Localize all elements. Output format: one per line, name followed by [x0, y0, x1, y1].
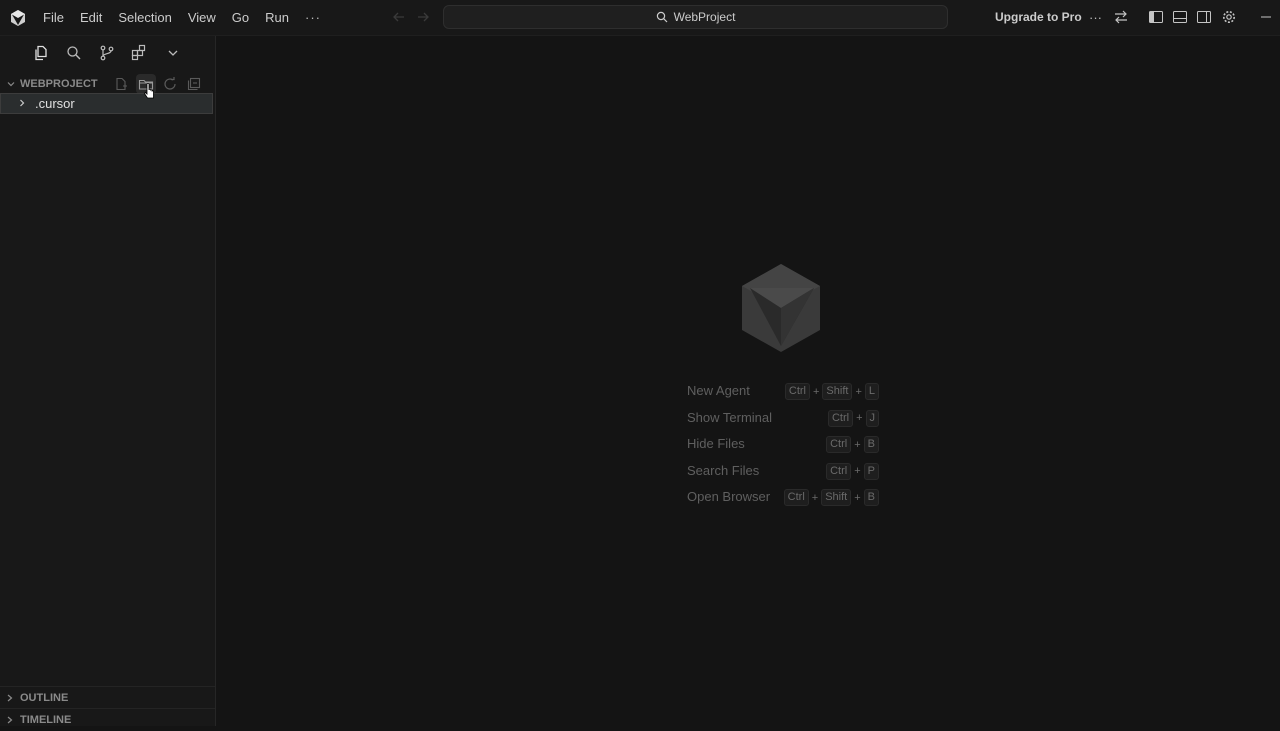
menu-bar: File Edit Selection View Go Run ···	[35, 0, 329, 35]
key-cap: Ctrl	[826, 436, 852, 453]
menu-edit[interactable]: Edit	[72, 0, 110, 35]
chevron-down-icon[interactable]	[164, 44, 182, 62]
tree-item-folder[interactable]: .cursor	[0, 93, 213, 114]
source-control-icon[interactable]	[98, 44, 116, 62]
key-cap: P	[863, 462, 879, 480]
sync-arrows-icon[interactable]	[1113, 9, 1129, 25]
search-text: WebProject	[673, 10, 736, 24]
key-cap: Shift	[822, 383, 853, 400]
shortcut-keys: Ctrl + P	[826, 462, 879, 480]
chevron-right-icon	[20, 99, 25, 107]
extensions-icon[interactable]	[130, 44, 148, 62]
toggle-primary-sidebar-icon[interactable]	[1148, 9, 1164, 25]
key-cap: B	[863, 489, 879, 506]
primary-sidebar: WEBPROJECT .cursor OUTLINE TIMELINE	[0, 36, 216, 726]
chevron-right-icon	[7, 716, 13, 724]
tree-item-label: .cursor	[35, 96, 75, 111]
command-center-search[interactable]: WebProject	[443, 5, 948, 29]
shortcut-keys: Ctrl + Shift + B	[783, 489, 879, 506]
key-plus: +	[854, 438, 861, 451]
shortcut-open-browser[interactable]: Open Browser Ctrl + Shift + B	[687, 486, 879, 513]
key-plus: +	[856, 412, 863, 424]
shortcut-label: Open Browser	[687, 489, 771, 504]
title-bar: File Edit Selection View Go Run ··· WebP…	[0, 0, 1280, 36]
shortcut-label: Hide Files	[687, 436, 745, 451]
shortcut-show-terminal[interactable]: Show Terminal Ctrl + J	[687, 407, 879, 434]
outline-section[interactable]: OUTLINE	[0, 686, 215, 709]
search-icon	[656, 11, 668, 23]
key-cap: Ctrl	[784, 383, 810, 400]
key-cap: J	[865, 409, 879, 427]
chevron-down-icon	[7, 82, 15, 87]
shortcut-keys: Ctrl + J	[827, 409, 879, 427]
search-icon[interactable]	[65, 44, 83, 62]
more-actions-button[interactable]: ···	[1089, 0, 1105, 35]
toggle-secondary-sidebar-icon[interactable]	[1196, 9, 1212, 25]
menu-run[interactable]: Run	[257, 0, 297, 35]
workspace-title: WEBPROJECT	[20, 78, 98, 90]
key-plus: +	[812, 385, 820, 398]
key-cap: Ctrl	[827, 409, 854, 427]
menu-selection[interactable]: Selection	[110, 0, 179, 35]
key-plus: +	[854, 465, 861, 477]
back-arrow-icon[interactable]	[392, 10, 406, 24]
mouse-pointer-icon	[143, 83, 154, 99]
collapse-all-icon[interactable]	[186, 76, 202, 92]
toggle-panel-icon[interactable]	[1172, 9, 1188, 25]
explorer-files-icon[interactable]	[32, 44, 50, 62]
upgrade-button[interactable]: Upgrade to Pro	[995, 0, 1082, 35]
key-plus: +	[811, 491, 819, 504]
explorer-header[interactable]: WEBPROJECT	[0, 73, 215, 95]
shortcut-label: New Agent	[687, 383, 750, 398]
shortcut-keys: Ctrl + B	[826, 436, 879, 453]
menu-view[interactable]: View	[180, 0, 224, 35]
menu-file[interactable]: File	[35, 0, 72, 35]
timeline-title: TIMELINE	[20, 714, 72, 726]
shortcut-label: Search Files	[687, 462, 760, 478]
key-cap: L	[864, 383, 879, 400]
timeline-section[interactable]: TIMELINE	[0, 708, 215, 731]
new-file-icon[interactable]	[113, 76, 129, 92]
cursor-logo-icon	[11, 10, 25, 26]
chevron-right-icon	[7, 694, 13, 702]
key-plus: +	[855, 385, 862, 398]
key-cap: B	[863, 436, 879, 453]
shortcut-new-agent[interactable]: New Agent Ctrl + Shift + L	[687, 380, 879, 407]
shortcut-hide-files[interactable]: Hide Files Ctrl + B	[687, 433, 879, 460]
key-plus: +	[854, 491, 861, 504]
forward-arrow-icon[interactable]	[416, 10, 430, 24]
menu-go[interactable]: Go	[224, 0, 257, 35]
outline-title: OUTLINE	[20, 692, 69, 704]
shortcut-search-files[interactable]: Search Files Ctrl + P	[687, 460, 879, 487]
activity-bar	[0, 36, 215, 70]
navigation-arrows	[392, 10, 430, 24]
key-cap: Shift	[821, 489, 852, 506]
settings-gear-icon[interactable]	[1221, 9, 1237, 25]
key-cap: Ctrl	[783, 489, 809, 506]
shortcut-keys: Ctrl + Shift + L	[784, 383, 879, 400]
refresh-icon[interactable]	[162, 76, 178, 92]
shortcut-list: New Agent Ctrl + Shift + L Show Terminal…	[687, 380, 879, 513]
menu-more-button[interactable]: ···	[297, 10, 329, 25]
cursor-logo-icon	[742, 264, 820, 352]
minimize-window-icon[interactable]	[1258, 9, 1274, 25]
key-cap: Ctrl	[826, 462, 852, 480]
shortcut-label: Show Terminal	[687, 409, 773, 425]
